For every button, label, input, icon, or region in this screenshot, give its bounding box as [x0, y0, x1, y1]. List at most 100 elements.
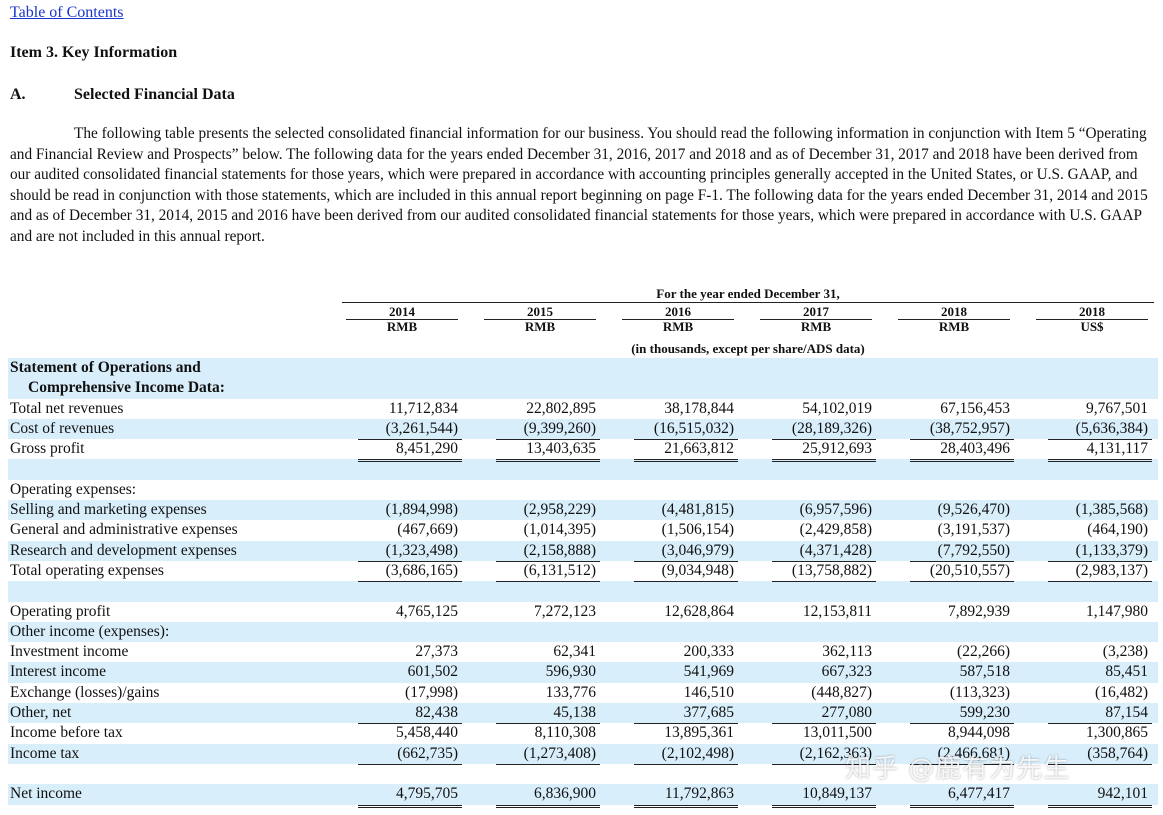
row-value: 28,403,496 — [894, 439, 1014, 463]
row-value: 1,300,865 — [1086, 724, 1148, 742]
row-label: Cost of revenues — [10, 419, 115, 437]
row-label: Income tax — [10, 744, 80, 762]
table-row: Selling and marketing expenses (1,894,998… — [8, 500, 1158, 521]
table-row: Operating expenses: — [8, 480, 1158, 500]
spacer-row — [8, 459, 1158, 480]
row-value: 11,712,834 — [388, 399, 458, 417]
row-value: 27,373 — [415, 643, 458, 661]
row-value: 62,341 — [553, 643, 596, 661]
row-value: (1,323,498) — [342, 541, 462, 562]
row-value: 133,776 — [545, 683, 596, 701]
row-value: 54,102,019 — [802, 399, 872, 417]
table-row: General and administrative expenses (467,… — [8, 520, 1158, 540]
row-value: (4,371,428) — [756, 541, 876, 562]
row-value: (3,686,165) — [342, 561, 462, 583]
row-value: (22,266) — [957, 643, 1010, 661]
row-value: (1,385,568) — [1075, 501, 1148, 519]
row-label: Gross profit — [10, 440, 85, 458]
row-value: (4,481,815) — [661, 501, 734, 519]
row-value: 25,912,693 — [756, 439, 876, 463]
row-value: (1,273,408) — [480, 744, 600, 765]
column-header: 2015 RMB — [480, 305, 600, 334]
row-label: Exchange (losses)/gains — [10, 683, 160, 701]
row-value: 6,477,417 — [894, 784, 1014, 808]
table-row: Other, net 82,438 45,138 377,685 277,080 599,… — [8, 703, 1158, 725]
row-value: (28,189,326) — [756, 419, 876, 441]
row-value: 67,156,453 — [940, 399, 1010, 417]
row-value: (2,983,137) — [1032, 561, 1152, 583]
column-header: 2016 RMB — [618, 305, 738, 334]
section-heading: A. Selected Financial Data — [10, 86, 235, 104]
row-value: (1,506,154) — [661, 521, 734, 539]
row-value: 146,510 — [683, 683, 734, 701]
row-value: (1,894,998) — [385, 501, 458, 519]
row-value: 5,458,440 — [396, 724, 458, 742]
table-row: Investment income 27,373 62,341 200,333 362,… — [8, 642, 1158, 662]
table-row: Gross profit 8,451,290 13,403,635 21,663,81… — [8, 439, 1158, 463]
row-value: 7,892,939 — [948, 602, 1010, 620]
table-row: Operating profit 4,765,125 7,272,123 12,628… — [8, 602, 1158, 622]
row-value: (16,482) — [1095, 683, 1148, 701]
header-period: For the year ended December 31, — [342, 286, 1154, 303]
table-row: Other income (expenses): — [8, 621, 1158, 643]
row-value: (6,131,512) — [480, 561, 600, 583]
row-value: 21,663,812 — [618, 439, 738, 463]
section-title: Selected Financial Data — [74, 86, 235, 103]
row-value: 1,147,980 — [1086, 602, 1148, 620]
column-header: 2018 RMB — [894, 305, 1014, 334]
table-row: Net income 4,795,705 6,836,900 11,792,863 10… — [8, 784, 1158, 808]
row-value: (20,510,557) — [894, 561, 1014, 583]
row-value: 13,895,361 — [664, 724, 734, 742]
row-value: 45,138 — [480, 703, 600, 725]
row-label: General and administrative expenses — [10, 521, 238, 539]
row-label: Other, net — [10, 704, 72, 722]
row-value: 12,628,864 — [664, 602, 734, 620]
row-value: (3,238) — [1102, 643, 1148, 661]
row-value: (9,034,948) — [618, 561, 738, 583]
row-value: 377,685 — [618, 703, 738, 725]
row-value: 601,502 — [407, 663, 458, 681]
table-row: Cost of revenues (3,261,544) (9,399,260) (1… — [8, 418, 1158, 441]
row-value: (7,792,550) — [894, 541, 1014, 562]
selected-financial-data-table: For the year ended December 31, 2014 RMB … — [8, 286, 1158, 808]
row-value: (16,515,032) — [618, 419, 738, 441]
column-header: 2014 RMB — [342, 305, 462, 334]
row-value: 13,403,635 — [480, 439, 600, 463]
row-value: 8,944,098 — [948, 724, 1010, 742]
row-value: 82,438 — [342, 703, 462, 725]
row-value: 6,836,900 — [480, 784, 600, 808]
table-row: Total operating expenses (3,686,165) (6,13… — [8, 561, 1158, 583]
row-value: 4,795,705 — [342, 784, 462, 808]
row-value: (9,526,470) — [937, 501, 1010, 519]
row-value: 12,153,811 — [802, 602, 872, 620]
section-letter: A. — [10, 86, 26, 103]
row-value: (2,958,229) — [523, 501, 596, 519]
section-title-row: Statement of Operations and — [8, 358, 1158, 379]
row-value: 85,451 — [1105, 663, 1148, 681]
row-value: (3,046,979) — [618, 541, 738, 562]
row-value: 200,333 — [683, 643, 734, 661]
spacer-row — [8, 581, 1158, 602]
row-value: (1,133,379) — [1032, 541, 1152, 562]
table-row: Research and development expenses (1,323,… — [8, 540, 1158, 562]
table-row: Interest income 601,502 596,930 541,969 667,… — [8, 662, 1158, 683]
row-value: (17,998) — [405, 683, 458, 701]
row-value: (113,323) — [949, 683, 1010, 701]
row-label: Income before tax — [10, 724, 123, 742]
row-value: (9,399,260) — [480, 419, 600, 441]
row-value: (448,827) — [811, 683, 872, 701]
row-label: Operating profit — [10, 602, 111, 620]
column-header: 2017 RMB — [756, 305, 876, 334]
table-row: Total net revenues 11,712,834 22,802,895 38… — [8, 399, 1158, 419]
row-value: (3,261,544) — [342, 419, 462, 441]
row-value: 277,080 — [756, 703, 876, 725]
row-value: 4,131,117 — [1032, 439, 1152, 463]
row-value: 9,767,501 — [1086, 399, 1148, 417]
row-value: 667,323 — [821, 663, 872, 681]
row-label: Selling and marketing expenses — [10, 501, 207, 519]
table-header: For the year ended December 31, 2014 RMB … — [8, 286, 1158, 358]
table-row: Exchange (losses)/gains (17,998) 133,776 14… — [8, 683, 1158, 703]
table-of-contents-link[interactable]: Table of Contents — [10, 4, 124, 22]
row-value: 4,765,125 — [396, 602, 458, 620]
row-label: Interest income — [10, 663, 106, 681]
